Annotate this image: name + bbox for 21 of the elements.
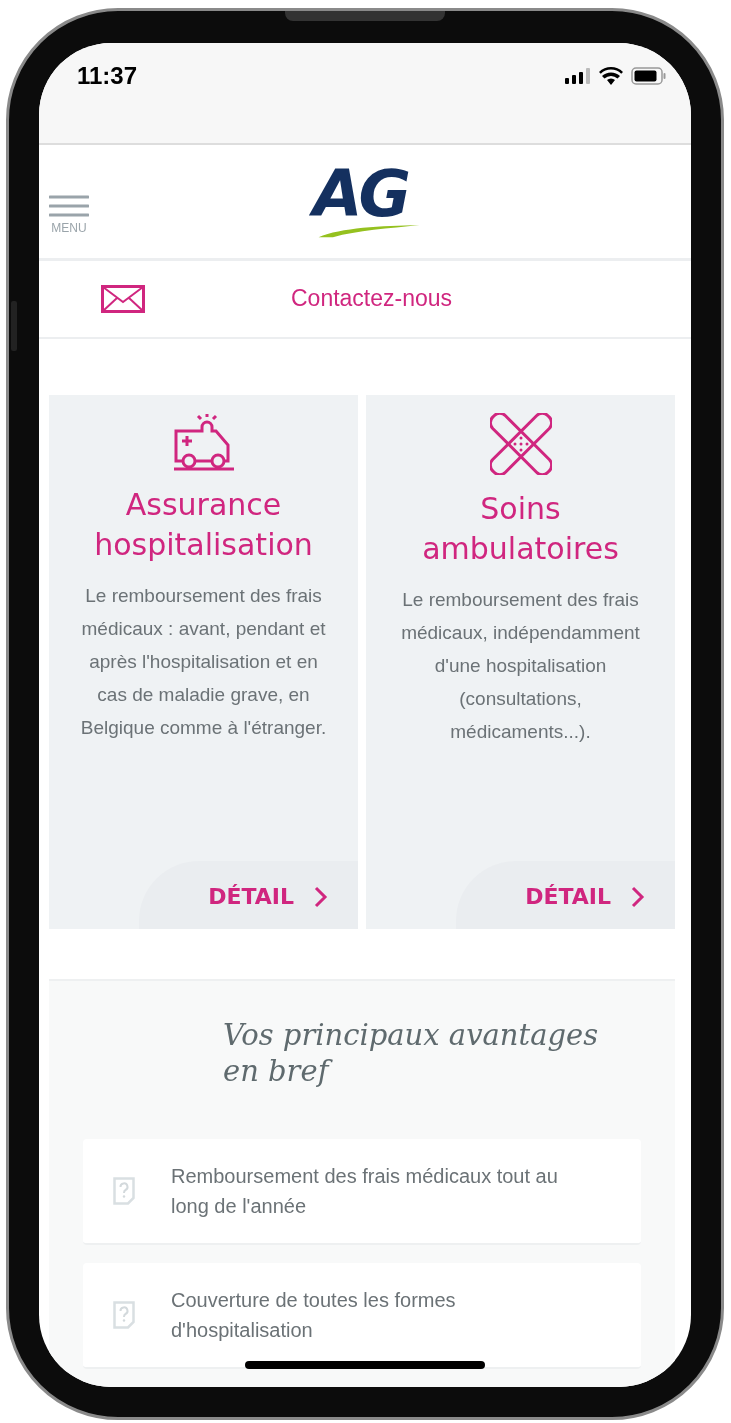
document-question-icon — [113, 1177, 135, 1205]
contact-link[interactable]: Contactez-nous — [39, 284, 691, 313]
ambulance-icon — [171, 413, 236, 471]
card-description: Le remboursement des frais médicaux, indépendamment d'une hospitalisation (consultations, médicaments...). — [400, 588, 641, 744]
wifi-icon — [599, 67, 623, 86]
advantage-text: Couverture de toutes les formes d'hospitalisation — [171, 1288, 457, 1343]
card-title: Soins ambulatoires — [421, 490, 620, 568]
document-question-icon — [113, 1301, 135, 1329]
envelope-icon — [101, 284, 145, 313]
logo[interactable]: AG — [308, 162, 422, 241]
chevron-right-icon — [631, 885, 645, 908]
battery-icon — [631, 67, 667, 86]
card-description: Le remboursement des frais médicaux : avant, pendant et après l'hospitalisation et en cas de maladie grave, en Belgique comme à l'étranger. — [79, 584, 328, 740]
card-title: Assurance hospitalisation — [93, 486, 314, 564]
signal-icon — [565, 68, 591, 85]
advantage-text: Remboursement des frais médicaux tout au long de l'année — [171, 1164, 559, 1219]
menu-button[interactable]: MENU — [49, 195, 89, 236]
chevron-right-icon — [314, 885, 328, 908]
status-time: 11:37 — [77, 62, 138, 91]
bandage-icon — [489, 413, 552, 475]
advantages-title: Vos principaux avantages en bref — [223, 1017, 600, 1089]
